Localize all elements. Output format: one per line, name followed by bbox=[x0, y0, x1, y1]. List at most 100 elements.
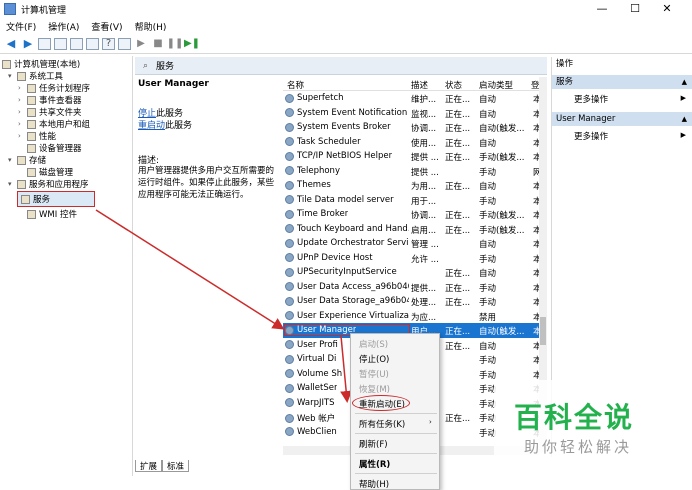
tree-shared-folders[interactable]: › 共享文件夹 bbox=[18, 106, 82, 118]
service-name-text: Update Orchestrator Service bbox=[297, 238, 409, 248]
service-status: 正在... bbox=[445, 182, 471, 192]
more-actions-services[interactable]: 更多操作 bbox=[574, 93, 608, 105]
tree-wmi[interactable]: WMI 控件 bbox=[27, 208, 77, 220]
ctx-properties[interactable]: 属性(R) bbox=[359, 458, 390, 470]
expand-icon[interactable]: › bbox=[18, 96, 26, 104]
table-row[interactable]: Touch Keyboard and Hand... 启用... 正在... 手动(触… bbox=[283, 222, 547, 237]
service-status: 正在... bbox=[445, 153, 471, 163]
column-status[interactable]: 状态 bbox=[445, 79, 462, 91]
table-row[interactable]: System Event Notification ... 监视... 正在... 自… bbox=[283, 106, 547, 121]
up-folder-icon[interactable] bbox=[38, 37, 51, 50]
service-name-text: User Manager bbox=[297, 325, 357, 335]
tree-task-scheduler[interactable]: › 任务计划程序 bbox=[18, 82, 90, 94]
tab-standard[interactable]: 标准 bbox=[162, 460, 190, 472]
service-startup-type: 自动 bbox=[479, 95, 497, 105]
minimize-button[interactable]: — bbox=[587, 0, 617, 18]
service-name: User Data Access_a96b046 bbox=[285, 282, 409, 292]
table-row[interactable]: Time Broker 协调... 正在... 手动(触发... 本 bbox=[283, 207, 547, 222]
service-name: Telephony bbox=[285, 166, 409, 176]
ctx-help[interactable]: 帮助(H) bbox=[359, 478, 389, 490]
menu-file[interactable]: 文件(F) bbox=[0, 20, 42, 33]
tree-disk-management[interactable]: 磁盘管理 bbox=[27, 166, 73, 178]
menu-help[interactable]: 帮助(H) bbox=[129, 20, 173, 33]
service-name-text: Web 帐户 bbox=[297, 414, 336, 424]
tree-system-tools[interactable]: ▾ 系统工具 bbox=[8, 70, 63, 82]
service-gear-icon bbox=[285, 398, 294, 407]
export-list-icon[interactable] bbox=[86, 37, 99, 50]
actions-group-services[interactable]: 服务 ▲ bbox=[552, 75, 692, 89]
tree-storage[interactable]: ▾ 存储 bbox=[8, 154, 46, 166]
expand-icon[interactable]: › bbox=[18, 108, 26, 116]
column-description[interactable]: 描述 bbox=[411, 79, 428, 91]
expand-icon[interactable]: › bbox=[18, 132, 26, 140]
forward-arrow-icon[interactable]: ▶ bbox=[21, 37, 35, 51]
tree-device-manager[interactable]: 设备管理器 bbox=[27, 142, 82, 154]
console-tree: 计算机管理(本地) ▾ 系统工具 › 任务计划程序 › 事件查看器 › 共享文件夹 › 本… bbox=[0, 56, 133, 476]
table-row[interactable]: User Experience Virtualizat... 为应... 禁用本 bbox=[283, 309, 547, 324]
table-row[interactable]: Task Scheduler 使用... 正在... 自动本 bbox=[283, 135, 547, 150]
table-row[interactable]: User Data Access_a96b046 提供... 正在... 手动本 bbox=[283, 280, 547, 295]
table-row[interactable]: Telephony 提供 ... 手动网 bbox=[283, 164, 547, 179]
tree-local-users[interactable]: › 本地用户和组 bbox=[18, 118, 90, 130]
properties-icon[interactable] bbox=[118, 37, 131, 50]
service-gear-icon bbox=[285, 311, 294, 320]
restart-service-icon[interactable]: ▶❚ bbox=[184, 37, 200, 51]
show-tree-icon[interactable] bbox=[54, 37, 67, 50]
ctx-start[interactable]: 启动(S) bbox=[359, 338, 388, 350]
collapse-icon[interactable]: ▾ bbox=[8, 156, 16, 164]
collapse-up-icon[interactable]: ▲ bbox=[682, 75, 687, 89]
ctx-refresh[interactable]: 刷新(F) bbox=[359, 438, 388, 450]
close-button[interactable]: ✕ bbox=[652, 0, 682, 18]
menu-view[interactable]: 查看(V) bbox=[85, 20, 128, 33]
maximize-button[interactable]: ☐ bbox=[620, 0, 650, 18]
tab-extended[interactable]: 扩展 bbox=[135, 460, 163, 472]
collapse-icon[interactable]: ▾ bbox=[8, 72, 16, 80]
refresh-icon[interactable] bbox=[70, 37, 83, 50]
window-title: 计算机管理 bbox=[21, 5, 67, 16]
table-row[interactable]: Tile Data model server 用于... 手动本 bbox=[283, 193, 547, 208]
search-icon: ⌕ bbox=[143, 60, 149, 71]
menu-action[interactable]: 操作(A) bbox=[42, 20, 85, 33]
service-startup-type: 手动 bbox=[479, 196, 497, 207]
table-row[interactable]: UPSecurityInputService 正在... 自动本 bbox=[283, 265, 547, 280]
table-row[interactable]: Update Orchestrator Service 管理 ... 自动本 bbox=[283, 236, 547, 251]
table-row[interactable]: System Events Broker 协调... 正在... 自动(触发... 本 bbox=[283, 120, 547, 135]
ctx-resume[interactable]: 恢复(M) bbox=[359, 383, 390, 395]
tree-event-viewer[interactable]: › 事件查看器 bbox=[18, 94, 82, 106]
expand-icon[interactable]: › bbox=[18, 120, 26, 128]
collapse-up-icon[interactable]: ▲ bbox=[682, 112, 687, 126]
expand-icon[interactable]: › bbox=[18, 84, 26, 92]
table-row[interactable]: User Data Storage_a96b046 处理... 正在... 手动本 bbox=[283, 294, 547, 309]
scroll-thumb[interactable] bbox=[540, 317, 546, 345]
service-name: Touch Keyboard and Hand... bbox=[285, 224, 409, 234]
collapse-icon[interactable]: ▾ bbox=[8, 180, 16, 188]
tree-root[interactable]: 计算机管理(本地) bbox=[2, 58, 80, 70]
ctx-pause[interactable]: 暂停(U) bbox=[359, 368, 389, 380]
table-row[interactable]: UPnP Device Host 允许 ... 手动本 bbox=[283, 251, 547, 266]
ctx-stop[interactable]: 停止(O) bbox=[359, 353, 389, 365]
stop-service-icon[interactable]: ■ bbox=[151, 37, 165, 51]
table-row[interactable]: TCP/IP NetBIOS Helper 提供 ... 正在... 手动(触发...… bbox=[283, 149, 547, 164]
tree-performance[interactable]: › 性能 bbox=[18, 130, 56, 142]
service-detail-pane: User Manager 停止此服务 重启动此服务 描述: 用户管理器提供多用户… bbox=[135, 76, 281, 456]
back-arrow-icon[interactable]: ◀ bbox=[4, 37, 18, 51]
table-row[interactable]: Themes 为用... 正在... 自动本 bbox=[283, 178, 547, 193]
ctx-separator bbox=[355, 413, 437, 414]
ctx-all-tasks[interactable]: 所有任务(K) bbox=[359, 418, 405, 430]
more-actions-user-manager[interactable]: 更多操作 bbox=[574, 130, 608, 142]
tree-services[interactable]: 服务 bbox=[17, 191, 95, 207]
start-service-icon[interactable]: ▶ bbox=[134, 37, 148, 51]
restart-service-link[interactable]: 重启动 bbox=[138, 121, 165, 131]
column-name[interactable]: 名称 bbox=[287, 79, 304, 91]
service-description: 允许 ... bbox=[411, 254, 439, 265]
service-name: Time Broker bbox=[285, 209, 409, 219]
ctx-separator bbox=[355, 473, 437, 474]
table-row[interactable]: Superfetch 维护... 正在... 自动本 bbox=[283, 91, 547, 106]
tree-services-apps[interactable]: ▾ 服务和应用程序 bbox=[8, 178, 89, 190]
service-gear-icon bbox=[285, 413, 294, 423]
service-name-text: Task Scheduler bbox=[297, 136, 361, 147]
pause-service-icon[interactable]: ❚❚ bbox=[167, 37, 184, 51]
actions-group-user-manager[interactable]: User Manager ▲ bbox=[552, 112, 692, 126]
column-startup-type[interactable]: 启动类型 bbox=[479, 79, 513, 91]
help-icon[interactable]: ? bbox=[102, 37, 115, 50]
